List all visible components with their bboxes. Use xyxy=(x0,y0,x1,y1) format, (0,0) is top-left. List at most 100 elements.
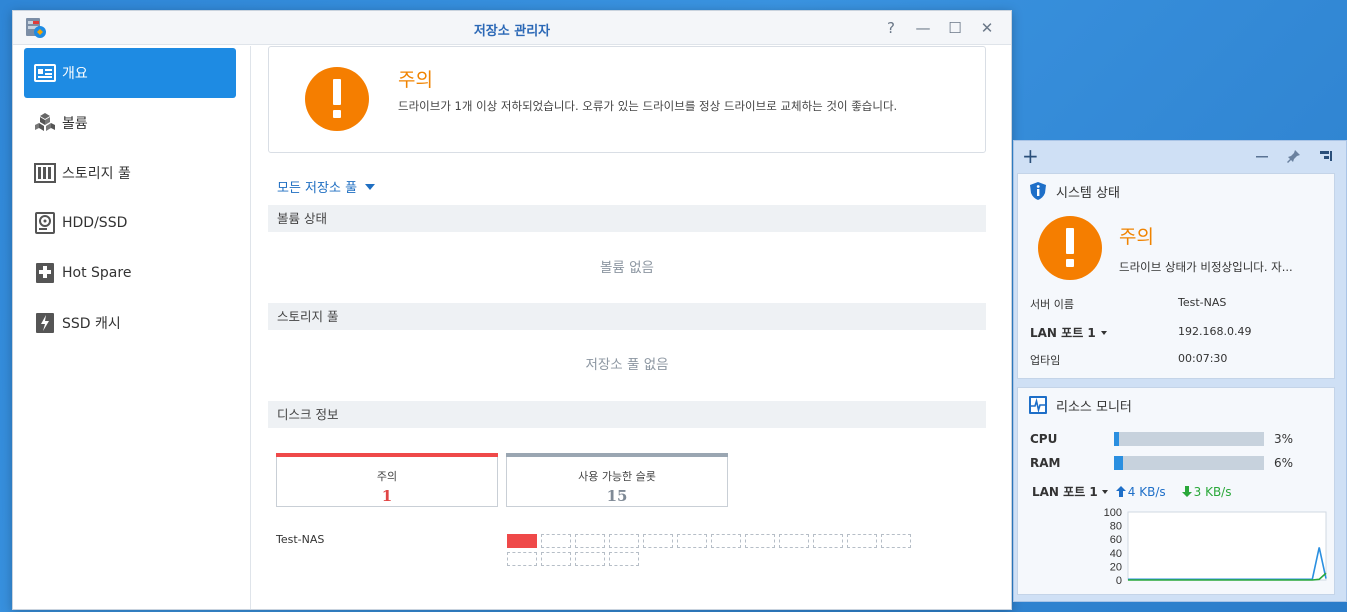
volume-empty-text: 볼륨 없음 xyxy=(600,260,654,276)
sidebar-item-volume[interactable]: 볼륨 xyxy=(24,98,236,148)
disk-slot-empty[interactable] xyxy=(575,552,605,566)
resource-monitor-header: 리소스 모니터 xyxy=(1018,388,1334,420)
disk-slot-empty[interactable] xyxy=(541,534,571,548)
maximize-button[interactable]: ☐ xyxy=(945,19,965,37)
add-widget-button[interactable]: + xyxy=(1022,144,1039,168)
download-rate: 3 KB/s xyxy=(1181,484,1232,499)
volume-status-header: 볼륨 상태 xyxy=(268,205,986,232)
sidebar-item-label: Hot Spare xyxy=(62,265,132,281)
disk-slot-empty[interactable] xyxy=(813,534,843,548)
resource-monitor-title: 리소스 모니터 xyxy=(1056,400,1132,415)
hot-spare-icon xyxy=(34,262,56,284)
chevron-down-icon xyxy=(1101,489,1108,494)
help-button[interactable]: ? xyxy=(881,19,901,37)
disk-slot-empty[interactable] xyxy=(575,534,605,548)
minimize-widgets-button[interactable] xyxy=(1254,148,1270,164)
layout-icon xyxy=(1320,151,1332,161)
minimize-icon: — xyxy=(915,19,931,37)
storage-manager-window: 저장소 관리자 ? — ☐ ✕ 개요 볼륨 스토리지 풀 HDD/SSD Hot… xyxy=(12,10,1012,610)
disk-card-label: 사용 가능한 슬롯 xyxy=(578,470,656,483)
disk-card-bar xyxy=(276,453,498,457)
ram-label: RAM xyxy=(1030,456,1061,470)
resource-monitor-widget: 리소스 모니터 CPU 3% RAM 6% LAN 포트 1 4 KB/s 3 … xyxy=(1017,387,1335,595)
disk-slot-empty[interactable] xyxy=(609,534,639,548)
hdd-icon xyxy=(34,212,56,234)
close-button[interactable]: ✕ xyxy=(977,19,997,37)
sidebar-item-label: SSD 캐시 xyxy=(62,316,121,332)
overview-icon xyxy=(34,62,56,84)
alert-title: 주의 xyxy=(398,69,433,91)
alert-box: 주의 드라이브가 1개 이상 저하되었습니다. 오류가 있는 드라이브를 정상 … xyxy=(268,46,986,153)
overview-content: 주의 드라이브가 1개 이상 저하되었습니다. 오류가 있는 드라이브를 정상 … xyxy=(268,46,988,609)
storage-pool-icon xyxy=(34,162,56,184)
titlebar[interactable]: 저장소 관리자 ? — ☐ ✕ xyxy=(13,11,1011,45)
pin-widgets-button[interactable] xyxy=(1286,148,1302,164)
activity-monitor-icon xyxy=(1029,396,1047,414)
sidebar-item-overview[interactable]: 개요 xyxy=(24,48,236,98)
cpu-usage-fill xyxy=(1114,432,1119,446)
disk-slot-empty[interactable] xyxy=(881,534,911,548)
server-name-value: Test-NAS xyxy=(1178,296,1227,309)
window-title: 저장소 관리자 xyxy=(473,24,551,39)
uptime-label: 업타임 xyxy=(1030,354,1061,367)
lan-port-dropdown[interactable]: LAN 포트 1 xyxy=(1030,324,1107,341)
disk-slot-empty[interactable] xyxy=(677,534,707,548)
sidebar-item-label: 볼륨 xyxy=(62,116,88,132)
disk-card-warning[interactable]: 주의 1 xyxy=(276,453,498,507)
disk-slot-empty[interactable] xyxy=(745,534,775,548)
disk-slot-warning[interactable] xyxy=(507,534,537,548)
pool-selector-dropdown[interactable]: 모든 저장소 풀 xyxy=(277,177,376,196)
disk-slot-empty[interactable] xyxy=(779,534,809,548)
widget-panel: + 시스템 상태 주의 드라이브 상태가 비정상입니다. 자... 서버 이름 … xyxy=(1013,140,1347,602)
system-status-message: 드라이브 상태가 비정상입니다. 자... xyxy=(1119,260,1293,274)
storage-pool-empty-text: 저장소 풀 없음 xyxy=(585,357,669,373)
disk-card-bar xyxy=(506,453,728,457)
chevron-down-icon xyxy=(365,183,376,190)
upload-rate: 4 KB/s xyxy=(1115,484,1166,499)
arrow-up-icon xyxy=(1115,486,1126,497)
lan-port-label: LAN 포트 1 xyxy=(1030,326,1096,340)
sidebar-item-storage-pool[interactable]: 스토리지 풀 xyxy=(24,148,236,198)
disk-card-available-slots[interactable]: 사용 가능한 슬롯 15 xyxy=(506,453,728,507)
uptime-value: 00:07:30 xyxy=(1178,352,1228,365)
disk-slot-empty[interactable] xyxy=(541,552,571,566)
system-status-header: 시스템 상태 xyxy=(1018,174,1334,206)
disk-slot-empty[interactable] xyxy=(643,534,673,548)
pool-selector-label: 모든 저장소 풀 xyxy=(277,181,358,196)
disk-slot-grid xyxy=(507,534,915,566)
warning-icon xyxy=(305,67,369,131)
minimize-button[interactable]: — xyxy=(913,19,933,37)
arrow-down-icon xyxy=(1181,486,1192,497)
ssd-cache-icon xyxy=(34,312,56,334)
disk-card-count: 1 xyxy=(381,487,393,505)
download-rate-value: 3 KB/s xyxy=(1193,484,1232,499)
upload-rate-value: 4 KB/s xyxy=(1127,484,1166,499)
disk-slot-empty[interactable] xyxy=(609,552,639,566)
ram-value: 6% xyxy=(1274,456,1294,470)
sidebar-item-ssd-cache[interactable]: SSD 캐시 xyxy=(24,298,236,348)
close-icon: ✕ xyxy=(980,19,994,37)
pin-icon xyxy=(1287,150,1300,163)
minimize-icon xyxy=(1256,156,1268,158)
chart-y-tick-label: 40 xyxy=(1110,548,1122,560)
sidebar-item-hot-spare[interactable]: Hot Spare xyxy=(24,248,236,298)
info-shield-icon xyxy=(1030,182,1046,200)
sidebar: 개요 볼륨 스토리지 풀 HDD/SSD Hot Spare SSD 캐시 xyxy=(13,46,251,609)
cpu-value: 3% xyxy=(1274,432,1294,446)
disk-slot-empty[interactable] xyxy=(847,534,877,548)
chart-y-tick-label: 100 xyxy=(1104,508,1122,519)
network-port-dropdown[interactable]: LAN 포트 1 xyxy=(1032,483,1108,500)
widget-layout-button[interactable] xyxy=(1318,148,1334,164)
sidebar-item-label: 스토리지 풀 xyxy=(62,166,131,182)
storage-pool-header: 스토리지 풀 xyxy=(268,303,986,330)
disk-card-label: 주의 xyxy=(376,470,398,483)
sidebar-item-hdd-ssd[interactable]: HDD/SSD xyxy=(24,198,236,248)
disk-slot-empty[interactable] xyxy=(711,534,741,548)
lan-ip-value: 192.168.0.49 xyxy=(1178,325,1252,338)
disk-info-header: 디스크 정보 xyxy=(268,401,986,428)
disk-slot-empty[interactable] xyxy=(507,552,537,566)
chart-y-tick-label: 80 xyxy=(1110,521,1122,533)
widget-toolbar: + xyxy=(1014,141,1346,171)
chart-y-tick-label: 0 xyxy=(1116,575,1122,587)
maximize-icon: ☐ xyxy=(948,19,962,37)
